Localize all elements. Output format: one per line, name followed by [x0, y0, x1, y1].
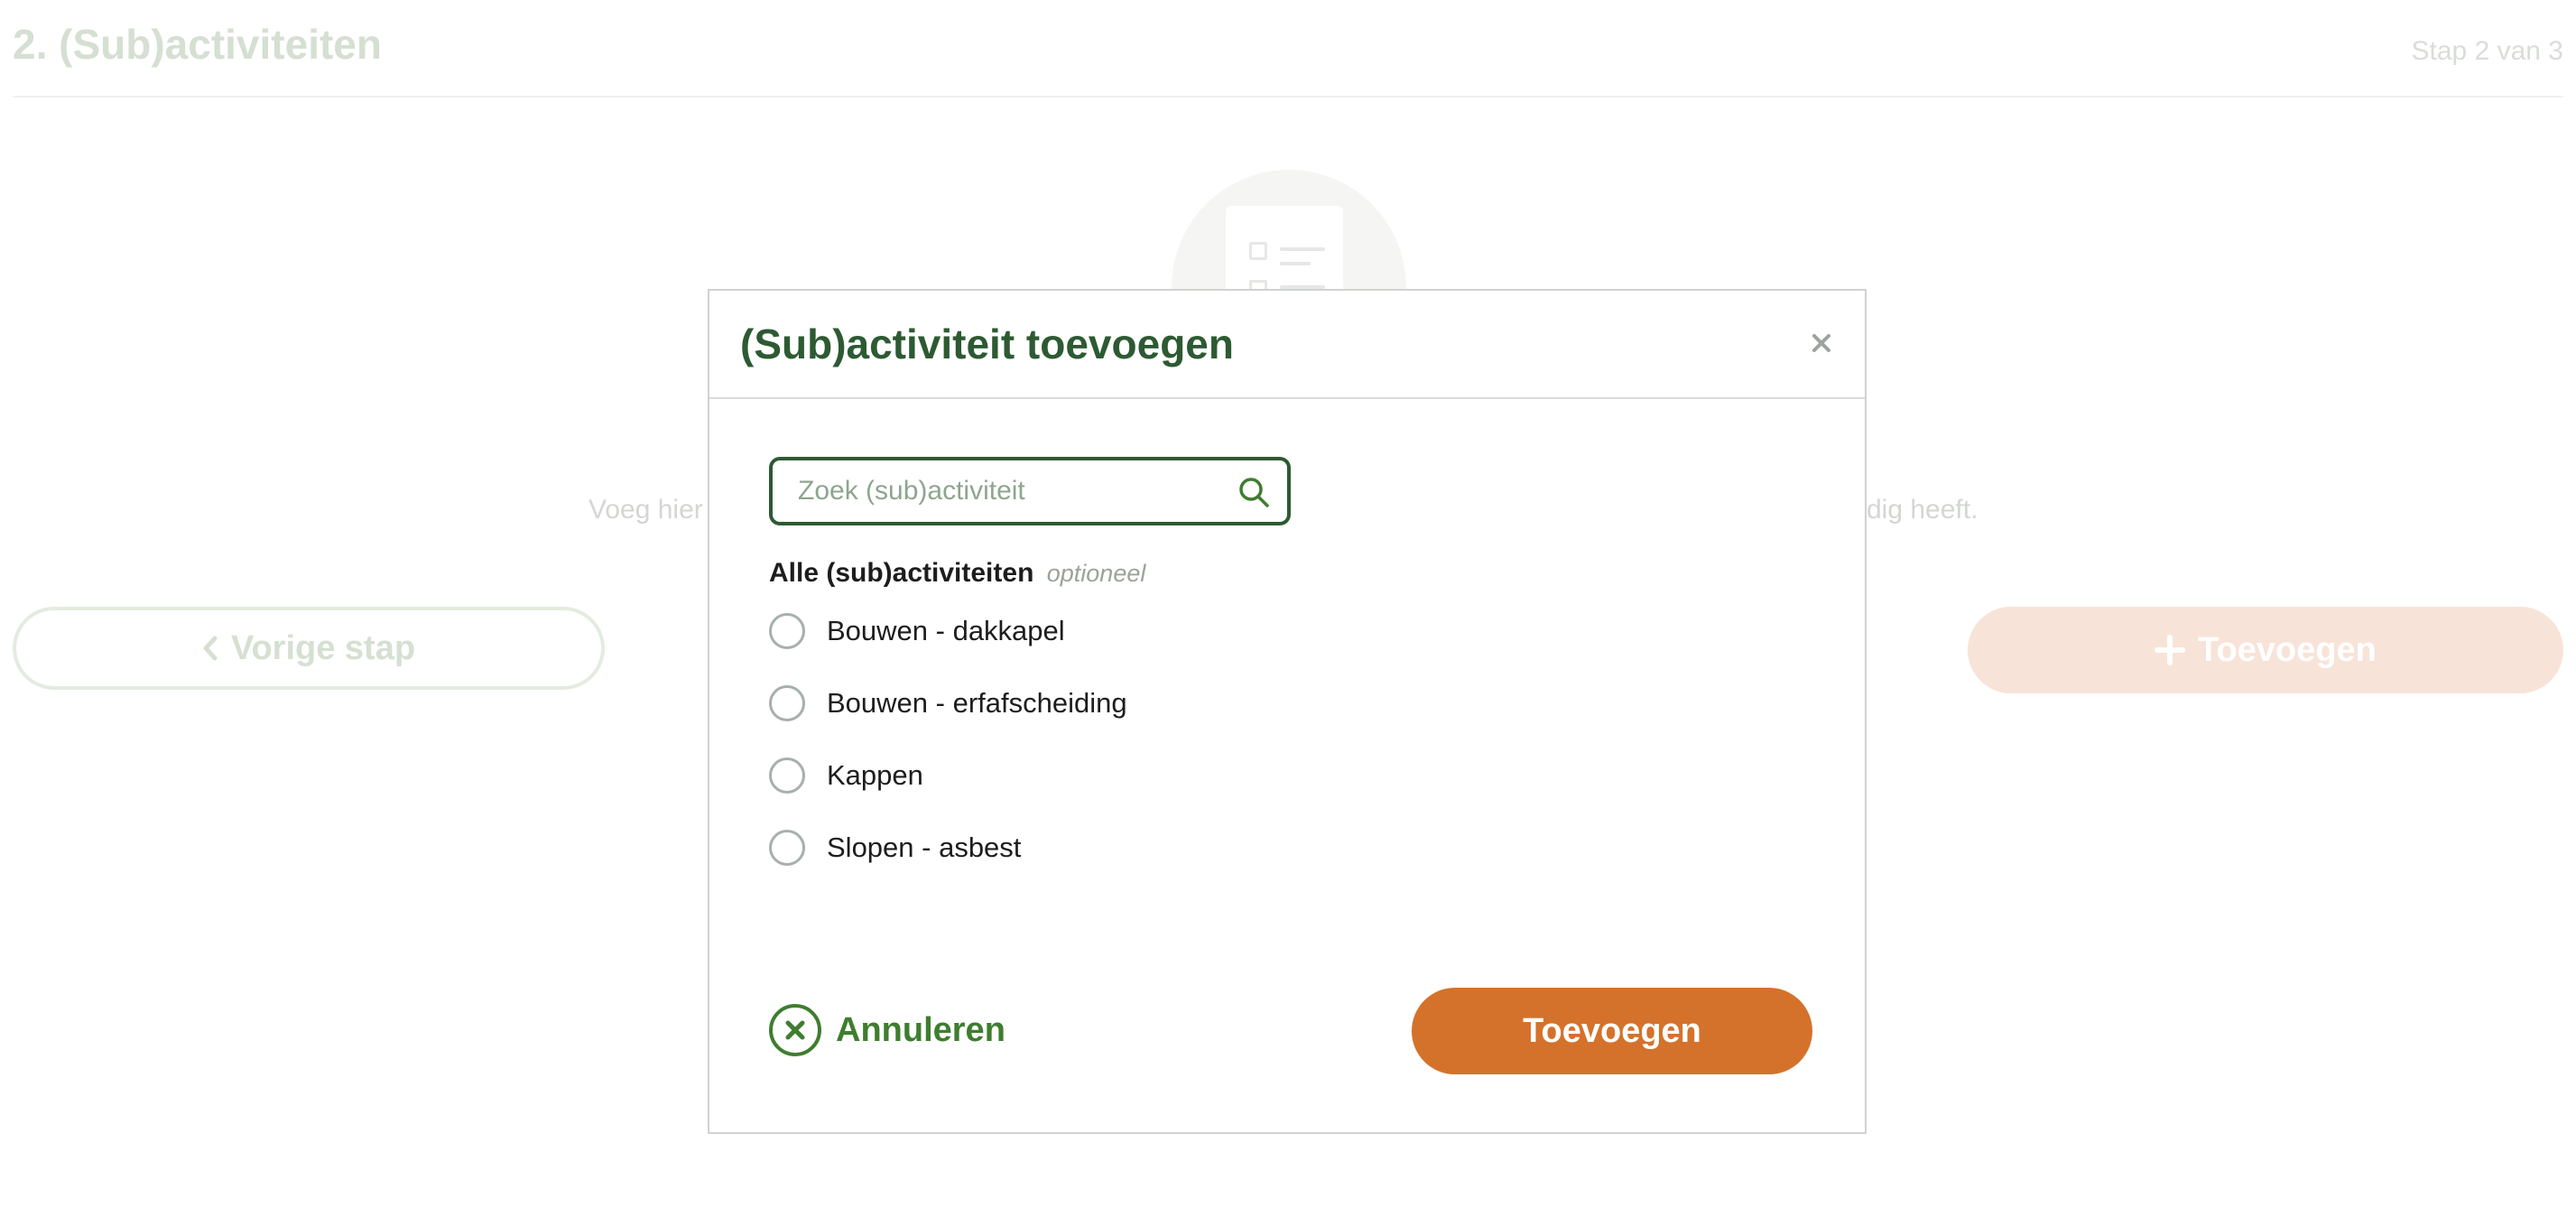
radio-button[interactable]: [769, 685, 805, 721]
radio-option[interactable]: Slopen - asbest: [769, 825, 1021, 870]
doc-line: [1280, 247, 1325, 251]
plus-icon: [2154, 635, 2186, 665]
activity-list-label: Alle (sub)activiteiten optioneel: [769, 558, 1145, 589]
previous-step-button[interactable]: Vorige stap: [13, 607, 605, 690]
add-activity-dialog: (Sub)activiteit toevoegen Alle (sub)acti…: [708, 289, 1867, 1134]
doc-line: [1280, 262, 1311, 265]
dialog-header: (Sub)activiteit toevoegen: [709, 291, 1865, 399]
page: 2. (Sub)activiteiten Stap 2 van 3 Voeg h…: [0, 0, 2576, 1208]
radio-option[interactable]: Kappen: [769, 753, 923, 798]
checkbox-icon: [1249, 242, 1267, 260]
radio-button[interactable]: [769, 613, 805, 649]
confirm-add-button[interactable]: Toevoegen: [1412, 988, 1812, 1074]
radio-option[interactable]: Bouwen - dakkapel: [769, 609, 1065, 654]
radio-option-label: Bouwen - dakkapel: [827, 615, 1065, 646]
radio-option-label: Slopen - asbest: [827, 832, 1022, 863]
activity-list-title: Alle (sub)activiteiten: [769, 558, 1034, 588]
cancel-circle-icon: [769, 1004, 821, 1056]
close-icon: [785, 1020, 805, 1040]
cancel-button[interactable]: Annuleren: [769, 1000, 1005, 1060]
radio-option[interactable]: Bouwen - erfafscheiding: [769, 681, 1127, 726]
cancel-label: Annuleren: [836, 1010, 1005, 1049]
radio-button[interactable]: [769, 830, 805, 866]
search-icon[interactable]: [1237, 475, 1271, 509]
page-title: 2. (Sub)activiteiten: [13, 21, 382, 68]
previous-step-label: Vorige stap: [230, 628, 416, 667]
search-input[interactable]: [798, 476, 1213, 506]
add-activity-label: Toevoegen: [2198, 630, 2377, 669]
radio-button[interactable]: [769, 757, 805, 794]
confirm-add-label: Toevoegen: [1523, 1011, 1701, 1050]
search-field: [769, 457, 1291, 525]
help-text-right: dig heeft.: [1867, 495, 1978, 525]
close-icon[interactable]: [1805, 327, 1838, 359]
dialog-title: (Sub)activiteit toevoegen: [740, 321, 1234, 367]
add-activity-button[interactable]: Toevoegen: [1968, 607, 2563, 693]
chevron-left-icon: [203, 636, 218, 661]
header-divider: [13, 96, 2563, 98]
radio-option-label: Bouwen - erfafscheiding: [827, 687, 1127, 719]
step-indicator: Stap 2 van 3: [2411, 36, 2563, 66]
help-text-left: Voeg hier: [588, 495, 703, 525]
optional-tag: optioneel: [1046, 560, 1146, 587]
radio-option-label: Kappen: [827, 759, 923, 791]
